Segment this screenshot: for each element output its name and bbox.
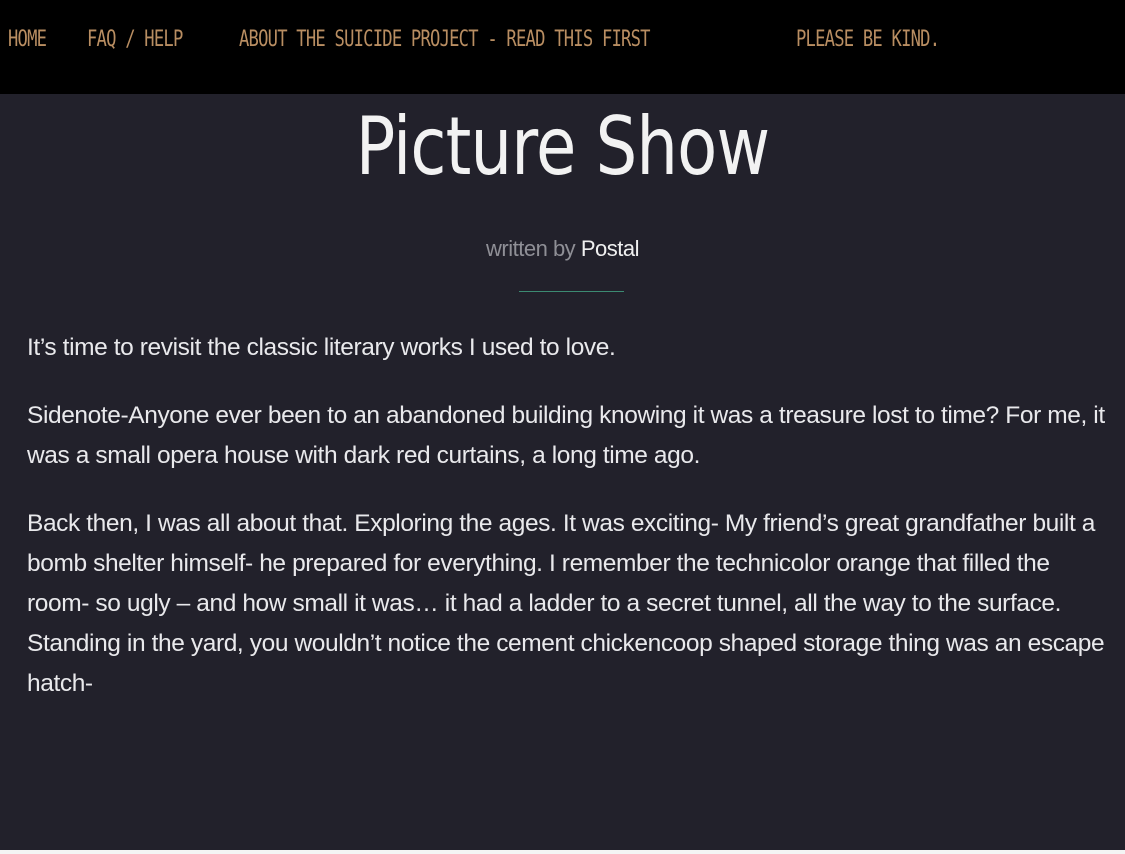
paragraph: Back then, I was all about that. Explori… <box>27 510 1105 697</box>
post-byline: written by Postal <box>0 236 1125 262</box>
nav-item-about: ABOUT THE SUICIDE PROJECT - READ THIS FI… <box>239 25 766 55</box>
byline-prefix: written by <box>486 236 576 261</box>
nav-link-please-be-kind[interactable]: PLEASE BE KIND. <box>796 25 940 55</box>
paragraph: It’s time to revisit the classic literar… <box>27 334 616 361</box>
nav-item-home: HOME <box>8 25 57 55</box>
post-title: Picture Show <box>355 100 770 193</box>
paragraph: Sidenote-Anyone ever been to an abandone… <box>27 402 1105 469</box>
nav-link-about[interactable]: ABOUT THE SUICIDE PROJECT - READ THIS FI… <box>239 25 650 55</box>
nav-menu: HOME FAQ / HELP ABOUT THE SUICIDE PROJEC… <box>8 25 980 55</box>
bottom-edge <box>0 850 1125 854</box>
nav-item-faq-help: FAQ / HELP <box>87 25 209 55</box>
nav-link-home[interactable]: HOME <box>8 25 47 55</box>
title-divider <box>519 291 624 292</box>
author-link[interactable]: Postal <box>581 236 640 261</box>
post-content: It’s time to revisit the classic literar… <box>27 328 1107 732</box>
nav-link-faq-help[interactable]: FAQ / HELP <box>87 25 183 55</box>
nav-item-please-be-kind: PLEASE BE KIND. <box>796 25 980 55</box>
top-navigation-bar: HOME FAQ / HELP ABOUT THE SUICIDE PROJEC… <box>0 0 1125 94</box>
